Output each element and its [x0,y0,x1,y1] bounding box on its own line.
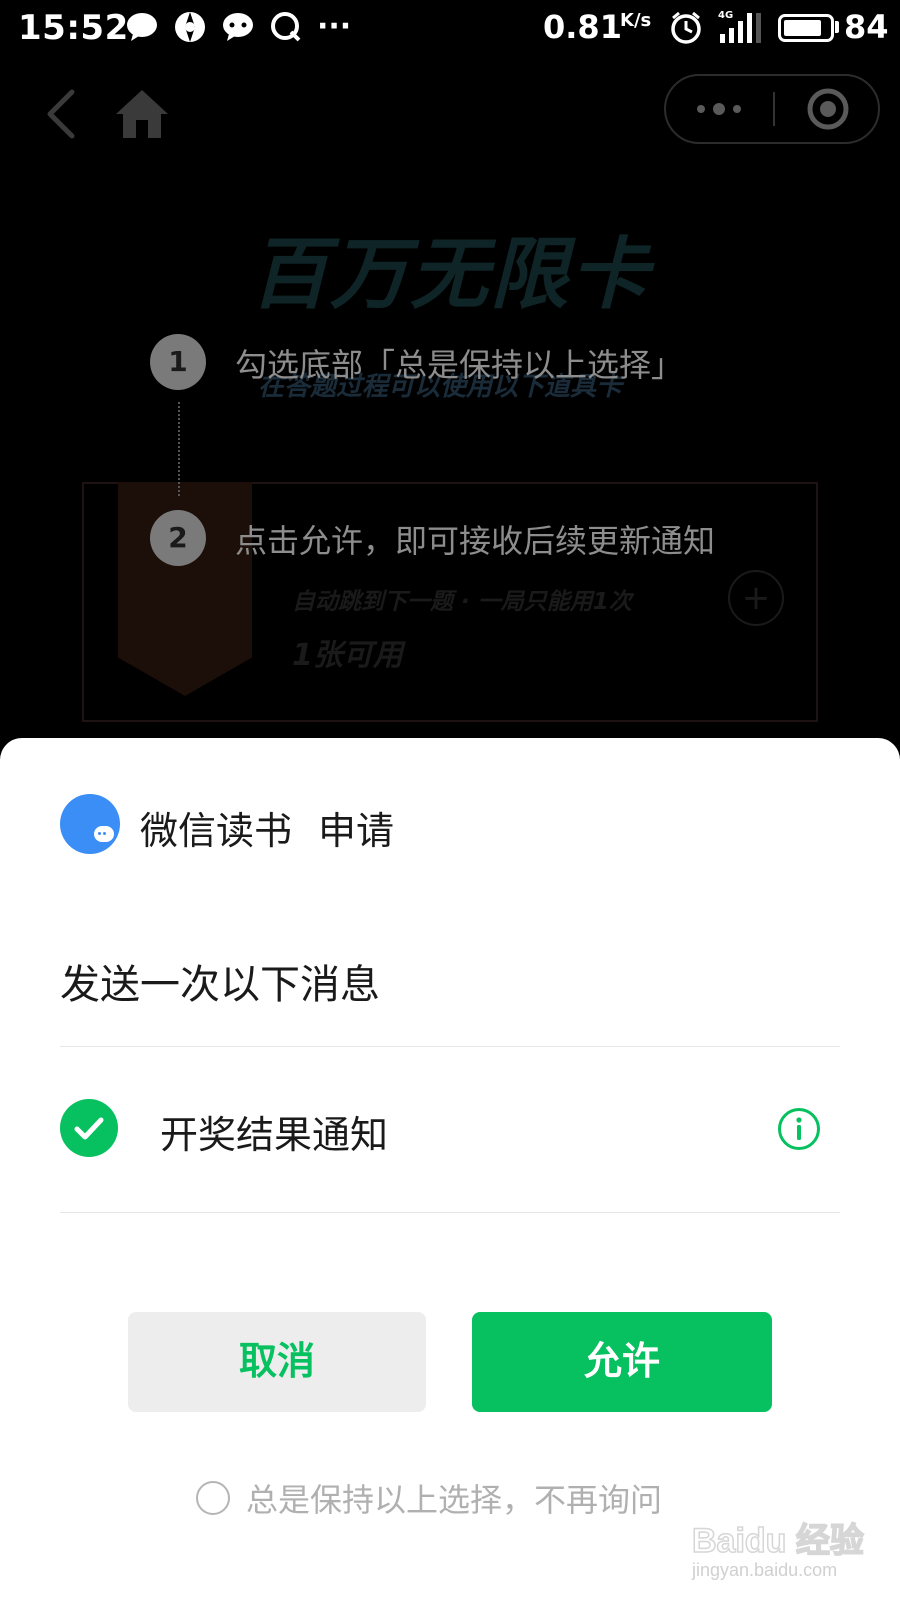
q-app-icon [271,12,301,42]
always-keep-radio[interactable] [196,1481,230,1515]
status-notification-icons: ··· [125,10,351,44]
mini-program-capsule [664,74,880,144]
dialog-app-title: 微信读书 申请 [140,800,394,855]
background-card-count: 1张可用 [292,638,403,673]
watermark-url: jingyan.baidu.com [692,1560,838,1580]
more-dots-icon [697,103,741,115]
battery-percentage: 84 [844,8,889,46]
aperture-icon [175,12,205,42]
guide-step-2-text: 点击允许，即可接收后续更新通知 [235,522,716,560]
message-checkbox[interactable] [60,1099,118,1157]
chat-bubble-icon [127,13,157,41]
target-close-icon [807,88,849,130]
info-icon[interactable] [777,1107,821,1151]
svg-text:4G: 4G [718,10,733,21]
request-label: 申请 [318,809,395,853]
home-icon[interactable] [114,86,170,142]
subscribe-message-dialog [0,738,900,1600]
network-speed: 0.81 [543,8,622,46]
status-time: 15:52 [18,8,129,48]
always-keep-label: 总是保持以上选择，不再询问 [246,1481,663,1519]
more-notifications-dots: ··· [317,9,352,44]
checkmark-icon [74,1117,104,1140]
app-name: 微信读书 [140,809,293,853]
battery-tip [835,21,839,33]
capsule-close-button[interactable] [776,76,880,142]
battery-fill [784,20,821,36]
qq-icon [223,13,253,41]
guide-step-2-number: 2 [150,510,206,566]
background-card-description: 自动跳到下一题 · 一局只能用1次 [292,589,632,615]
battery-icon [778,14,834,42]
alarm-clock-icon [671,11,701,44]
capsule-more-button[interactable] [666,76,772,142]
allow-button[interactable]: 允许 [472,1312,772,1412]
capsule-divider [773,92,775,126]
divider [60,1046,840,1047]
network-speed-unit: K/s [620,10,652,31]
status-bar: 15:52 ··· 0.81 K/s 4G 84 [0,0,900,56]
background-plus-button: + [728,570,784,626]
message-item-label: 开奖结果通知 [160,1113,389,1157]
background-page-title: 百万无限卡 [250,230,651,320]
cancel-button[interactable]: 取消 [128,1312,426,1412]
divider [60,1212,840,1213]
guide-step-1-text: 勾选底部「总是保持以上选择」 [235,346,684,384]
svg-text:Baidu 经验: Baidu 经验 [692,1521,864,1560]
signal-strength-icon: 4G [718,10,761,43]
chevron-left-icon[interactable] [40,86,80,142]
dialog-request-title: 发送一次以下消息 [60,962,380,1008]
app-icon [60,794,120,854]
always-keep-choice-row[interactable]: 总是保持以上选择，不再询问 [196,1476,662,1520]
guide-step-1-number: 1 [150,334,206,390]
guide-step-connector [178,402,180,496]
chat-bubble-icon [94,826,114,842]
